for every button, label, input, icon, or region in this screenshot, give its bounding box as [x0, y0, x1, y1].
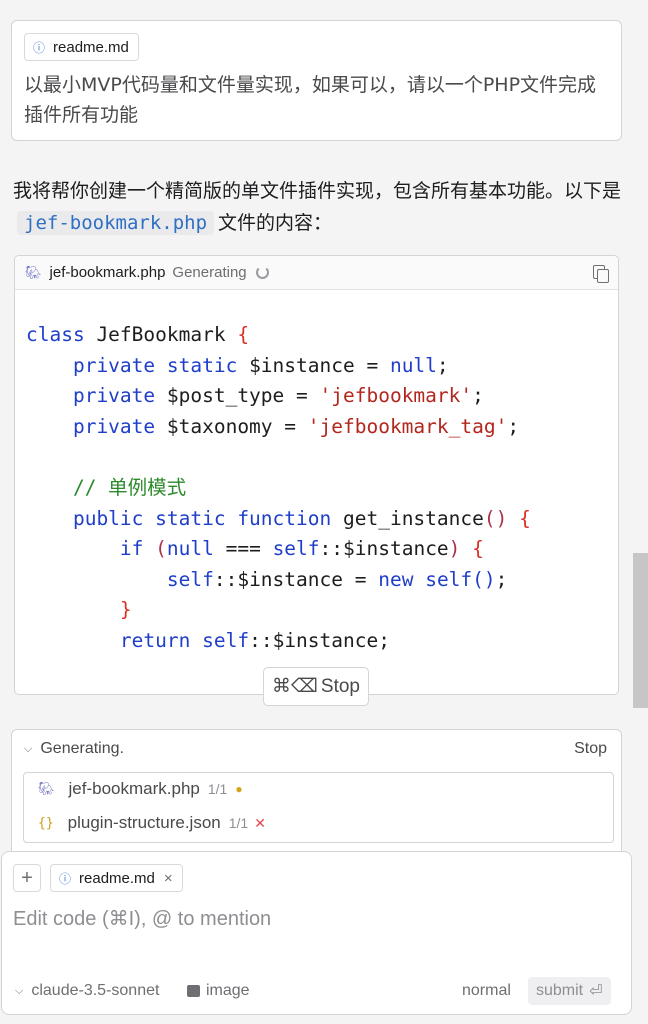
code-token: public static function	[26, 506, 332, 530]
reply-line2: 文件的内容：	[218, 212, 333, 234]
generating-title: Generating.	[40, 740, 124, 757]
stop-generation-button[interactable]: ⌘⌫ Stop	[263, 667, 369, 706]
code-token: 'jefbookmark_tag'	[307, 414, 508, 438]
code-comment: // 单例模式	[26, 475, 187, 499]
code-token: private static	[26, 353, 238, 377]
generating-panel: ⌵ Generating. Stop 🐘︎ jef-bookmark.php 1…	[11, 729, 622, 864]
add-context-button[interactable]: +	[13, 864, 41, 892]
image-button[interactable]: image	[187, 982, 250, 1000]
code-token: ::$instance;	[249, 628, 390, 652]
info-icon: ⓘ	[59, 871, 72, 886]
php-elephant-icon: 🐘︎	[38, 781, 55, 796]
assistant-reply: 我将帮你创建一个精简版的单文件插件实现，包含所有基本功能。以下是 jef-book…	[13, 175, 623, 239]
code-token: $post_type =	[155, 384, 320, 408]
model-selector[interactable]: ⌵ claude-3.5-sonnet	[15, 982, 159, 1000]
code-token: class	[26, 323, 85, 346]
code-token: get_instance	[331, 506, 484, 530]
composer-attachment-name: readme.md	[79, 869, 155, 887]
code-token: ::$instance =	[213, 567, 379, 591]
code-token: $taxonomy =	[155, 414, 308, 438]
code-token: ()	[472, 567, 496, 591]
code-token: null	[166, 537, 214, 561]
code-token: $instance =	[237, 353, 390, 377]
chevron-down-icon: ⌵	[15, 984, 24, 997]
code-token: self	[425, 567, 473, 591]
code-token: ()	[483, 506, 508, 530]
code-token: new	[378, 567, 414, 591]
composer: + ⓘ readme.md × ⌵ claude-3.5-sonnet imag…	[1, 851, 632, 1015]
code-token: {	[237, 323, 250, 346]
pending-dot-icon: ●	[235, 782, 243, 796]
code-token: ;	[472, 384, 484, 408]
copy-icon[interactable]	[592, 264, 609, 283]
close-icon[interactable]: ✕	[254, 815, 266, 832]
code-token: private	[26, 384, 156, 408]
json-braces-icon: {}	[38, 815, 54, 831]
enter-icon: ⏎	[589, 983, 603, 1000]
mode-selector[interactable]: normal	[462, 982, 511, 1000]
stop-label: Stop	[320, 675, 360, 697]
code-token: {	[519, 506, 531, 530]
stop-shortcut: ⌘⌫	[272, 676, 318, 697]
code-token: private	[26, 414, 156, 438]
generating-header[interactable]: ⌵ Generating. Stop	[24, 740, 607, 758]
composer-input[interactable]	[13, 908, 613, 931]
image-label: image	[206, 982, 250, 999]
code-token: JefBookmark	[84, 323, 238, 346]
spinner-icon	[255, 266, 269, 279]
stop-button[interactable]: Stop	[574, 740, 607, 758]
plus-icon: +	[21, 866, 33, 889]
code-content: class JefBookmark { private static $inst…	[15, 290, 618, 657]
model-name: claude-3.5-sonnet	[31, 982, 160, 999]
code-token: if	[26, 537, 144, 561]
code-token: ::$instance	[319, 537, 449, 561]
code-filename[interactable]: jef-bookmark.php	[50, 264, 166, 281]
list-item[interactable]: 🐘︎ jef-bookmark.php 1/1 ●	[38, 779, 243, 799]
list-item[interactable]: {} plugin-structure.json 1/1 ✕	[38, 813, 266, 833]
code-token: {	[472, 537, 484, 561]
file-name: plugin-structure.json	[67, 813, 221, 832]
file-name: jef-bookmark.php	[68, 779, 200, 798]
attachment-name: readme.md	[53, 38, 129, 56]
generated-file-list: 🐘︎ jef-bookmark.php 1/1 ● {} plugin-stru…	[23, 772, 614, 843]
code-block: 🐘︎ jef-bookmark.php Generating class Jef…	[14, 255, 619, 695]
code-token: self	[202, 628, 250, 652]
code-token: ===	[213, 537, 273, 561]
code-token: self	[272, 537, 320, 561]
composer-attachment-chip[interactable]: ⓘ readme.md ×	[50, 864, 183, 892]
code-token: ;	[436, 353, 449, 377]
prompt-text: 以最小MVP代码量和文件量实现，如果可以，请以一个PHP文件完成插件所有功能	[24, 74, 597, 126]
submit-button[interactable]: submit ⏎	[528, 977, 611, 1005]
chevron-down-icon[interactable]: ⌵	[24, 743, 32, 756]
scrollbar-thumb[interactable]	[633, 553, 648, 708]
reply-line1: 我将帮你创建一个精简版的单文件插件实现，包含所有基本功能。以下是	[13, 180, 622, 202]
code-token: ;	[495, 567, 508, 591]
code-token: }	[26, 598, 132, 622]
code-token: null	[389, 353, 437, 377]
code-token: return	[26, 628, 191, 652]
generating-status: Generating	[172, 264, 247, 281]
attachment-chip[interactable]: ⓘ readme.md	[24, 33, 139, 61]
close-icon[interactable]: ×	[164, 870, 173, 887]
image-icon	[187, 985, 200, 997]
code-token: (	[143, 537, 167, 561]
file-count: 1/1	[228, 815, 249, 831]
file-count: 1/1	[207, 781, 228, 797]
mode-label: normal	[462, 982, 511, 999]
code-token: self	[26, 567, 214, 591]
code-token: 'jefbookmark'	[319, 384, 473, 408]
user-prompt-card: ⓘ readme.md 以最小MVP代码量和文件量实现，如果可以，请以一个PHP…	[11, 20, 622, 141]
info-icon: ⓘ	[33, 40, 46, 55]
inline-code-filename[interactable]: jef-bookmark.php	[17, 211, 215, 235]
code-token: ;	[507, 414, 520, 438]
php-elephant-icon: 🐘︎	[25, 264, 42, 280]
code-block-header: 🐘︎ jef-bookmark.php Generating	[15, 256, 618, 290]
code-token: )	[448, 537, 461, 561]
submit-label: submit	[536, 982, 584, 999]
